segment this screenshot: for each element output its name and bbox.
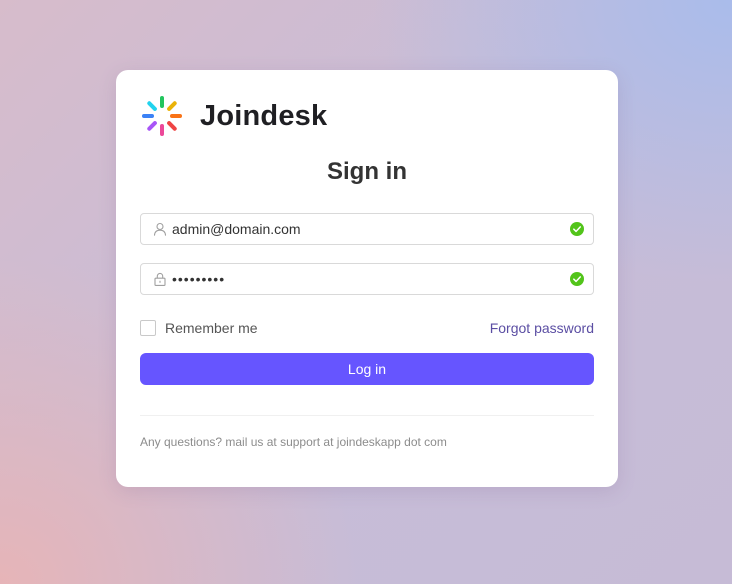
page-title: Sign in	[327, 158, 407, 185]
remember-me-toggle[interactable]: Remember me	[140, 320, 258, 336]
lock-icon	[153, 272, 167, 286]
remember-me-checkbox[interactable]	[140, 320, 156, 336]
password-field[interactable]	[140, 263, 594, 295]
email-input[interactable]	[172, 221, 570, 237]
check-circle-icon	[570, 272, 584, 286]
brand: Joindesk	[140, 94, 327, 138]
sunburst-logo-icon	[140, 94, 184, 138]
support-note: Any questions? mail us at support at joi…	[140, 435, 447, 449]
options-row: Remember me Forgot password	[140, 318, 594, 338]
user-icon	[153, 222, 167, 236]
email-field[interactable]	[140, 213, 594, 245]
login-card: Joindesk Sign in admin@domain.com ••••••…	[116, 70, 618, 487]
brand-name: Joindesk	[200, 99, 328, 132]
check-circle-icon	[570, 222, 584, 236]
forgot-password-link[interactable]: Forgot password	[490, 320, 594, 336]
remember-me-label: Remember me	[165, 320, 258, 336]
password-input[interactable]	[172, 271, 570, 287]
divider	[140, 415, 594, 416]
login-button[interactable]: Log in	[140, 353, 594, 385]
